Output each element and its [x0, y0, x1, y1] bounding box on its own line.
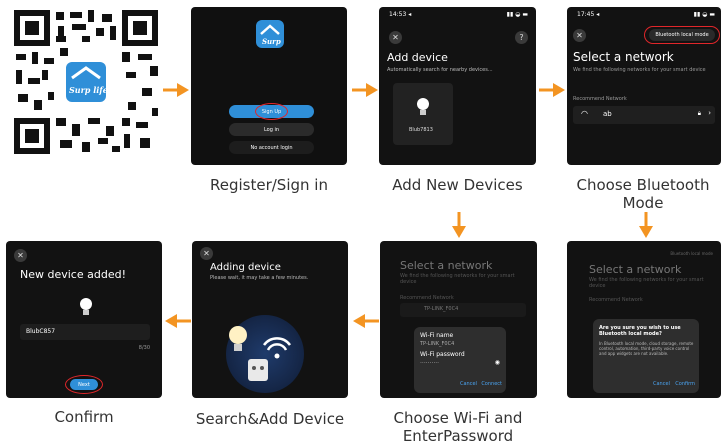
- add-device-screen: 14:53 ◂ ▮▮ ◒ ▬ ✕ ? Add device Automatica…: [379, 7, 536, 165]
- bulb-icon: [229, 326, 247, 351]
- connect-button[interactable]: Connect: [481, 381, 502, 387]
- status-time: 14:53 ◂: [389, 11, 412, 18]
- page-title: Select a network: [573, 50, 674, 64]
- page-title: New device added!: [20, 268, 126, 281]
- logo-text: Surp life: [69, 85, 108, 95]
- arrow-right-icon: [163, 83, 189, 97]
- network-name: ab: [603, 110, 612, 118]
- caption-search-add: Search&Add Device: [195, 410, 345, 428]
- close-icon[interactable]: ✕: [14, 249, 27, 262]
- page-title: Select a network: [589, 263, 682, 276]
- close-icon[interactable]: ✕: [573, 29, 586, 42]
- eye-icon[interactable]: ◉: [495, 359, 500, 366]
- network-name: TP-LINK_F0C4: [424, 306, 459, 312]
- app-logo-icon: Surp: [256, 20, 284, 48]
- device-added-screen: ✕ New device added! BlubC857 8/30 Next: [6, 241, 162, 398]
- adding-device-screen: ✕ Adding device Please wait, it may take…: [192, 241, 348, 398]
- caption-add-new: Add New Devices: [392, 176, 523, 194]
- cancel-button[interactable]: Cancel: [653, 381, 670, 387]
- caption-register: Register/Sign in: [210, 176, 328, 194]
- caption-choose-bt-2: Mode: [622, 194, 664, 212]
- page-subtitle: Please wait, it may take a few minutes.: [210, 275, 309, 281]
- arrow-right-icon: [539, 83, 565, 97]
- cancel-button[interactable]: Cancel: [460, 381, 477, 387]
- page-title: Select a network: [400, 259, 493, 272]
- caption-choose-wifi-1: Choose Wi-Fi and: [393, 409, 523, 427]
- network-row[interactable]: TP-LINK_F0C4: [400, 303, 526, 317]
- chevron-right-icon: ›: [708, 109, 711, 117]
- close-icon[interactable]: ✕: [200, 247, 213, 260]
- help-icon[interactable]: ?: [515, 31, 528, 44]
- bluetooth-confirm-dialog: Are you sure you wish to use Bluetooth l…: [593, 319, 699, 393]
- section-label: Recommend Network: [400, 295, 454, 301]
- dialog-question: Are you sure you wish to use Bluetooth l…: [599, 325, 681, 337]
- status-time: 17:45 ◂: [577, 11, 600, 18]
- caption-confirm: Confirm: [54, 408, 114, 426]
- network-row[interactable]: ◠ ab 🔒︎ ›: [573, 106, 715, 124]
- wifi-icon: ◠: [581, 109, 588, 118]
- bluetooth-confirm-screen: Bluetooth local mode Select a network We…: [567, 241, 721, 398]
- dialog-body: In Bluetooth local mode, cloud storage, …: [599, 341, 694, 356]
- page-title: Add device: [387, 51, 448, 64]
- wifi-password-label: Wi-Fi password: [420, 351, 465, 358]
- device-name-value: BlubC857: [26, 328, 56, 335]
- arrow-down-icon: [452, 212, 466, 238]
- login-button[interactable]: Log in: [229, 123, 314, 136]
- section-label: Recommend Network: [589, 297, 643, 303]
- close-icon[interactable]: ✕: [389, 31, 402, 44]
- bluetooth-mode-label[interactable]: Bluetooth local mode: [670, 251, 713, 256]
- device-name: Blub7813: [409, 127, 433, 133]
- signal-icon: ▮▮ ◒ ▬: [693, 11, 715, 18]
- page-subtitle: We find the following networks for your …: [400, 273, 515, 285]
- qr-code: Surp life: [12, 8, 160, 156]
- device-name-field[interactable]: BlubC857: [20, 324, 150, 340]
- name-counter: 8/30: [138, 345, 150, 351]
- signal-icon: ▮▮ ◒ ▬: [506, 11, 528, 18]
- lock-icon: 🔒︎: [697, 110, 701, 117]
- highlight-ring: [644, 26, 720, 44]
- register-screen: Surp Sign Up Log in No account login: [191, 7, 347, 165]
- device-card[interactable]: Blub7813: [393, 83, 453, 145]
- highlight-ring: [255, 103, 288, 120]
- arrow-down-icon: [639, 212, 653, 238]
- page-subtitle: We find the following networks for your …: [573, 67, 706, 73]
- wifi-name-value: TP-LINK_F0C4: [420, 341, 455, 347]
- arrow-left-icon: [353, 314, 379, 328]
- section-label: Recommend Network: [573, 96, 627, 102]
- wifi-name-label: Wi-Fi name: [420, 332, 454, 339]
- page-subtitle: Automatically search for nearby devices.…: [387, 67, 493, 73]
- confirm-button[interactable]: Confirm: [675, 381, 695, 387]
- bulb-icon: [417, 98, 429, 115]
- bulb-icon: [80, 298, 92, 315]
- arrow-right-icon: [352, 83, 378, 97]
- choose-wifi-screen: Select a network We find the following n…: [380, 241, 537, 398]
- select-network-screen: 17:45 ◂ ▮▮ ◒ ▬ ✕ Bluetooth local mode Se…: [567, 7, 721, 165]
- caption-choose-wifi-2: EnterPassword: [402, 427, 514, 445]
- caption-choose-bt-1: Choose Bluetooth: [576, 176, 710, 194]
- highlight-ring: [65, 375, 103, 394]
- svg-text:Surp: Surp: [262, 37, 281, 46]
- no-account-button[interactable]: No account login: [229, 141, 314, 154]
- wifi-password-input[interactable]: ··········: [420, 360, 439, 367]
- page-title: Adding device: [210, 262, 281, 273]
- arrow-left-icon: [165, 314, 191, 328]
- page-subtitle: We find the following networks for your …: [589, 277, 704, 289]
- wifi-password-dialog: Wi-Fi name TP-LINK_F0C4 Wi-Fi password ·…: [414, 327, 506, 393]
